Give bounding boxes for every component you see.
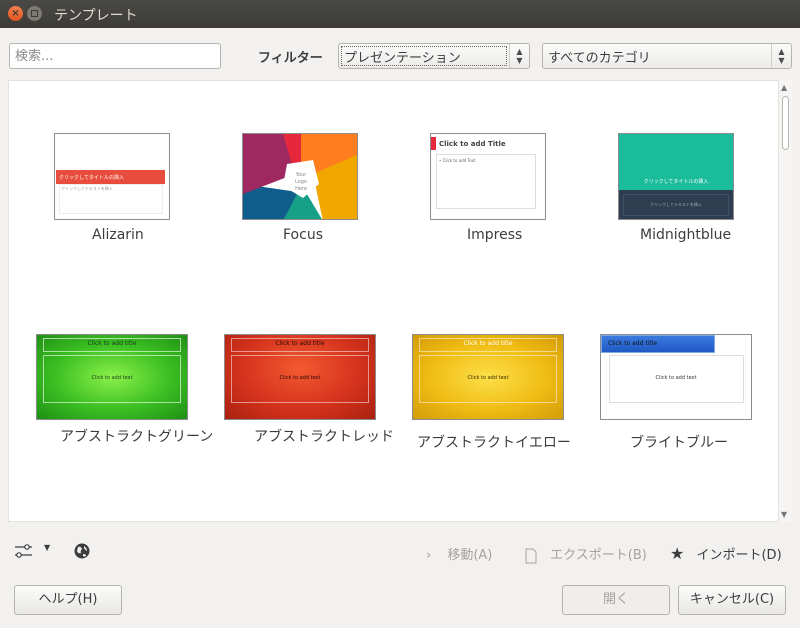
- template-alizarin[interactable]: クリックしてタイトルの挿入 クリックしてテキストを挿入 Alizarin: [54, 133, 170, 243]
- import-button[interactable]: ★ インポート(D): [670, 544, 782, 563]
- close-icon[interactable]: ×: [8, 6, 23, 21]
- thumb-title-text: Click to add Title: [439, 140, 506, 148]
- accent-bar: [431, 137, 436, 150]
- template-thumbnail: Click to add title Click to add text: [224, 334, 376, 420]
- updown-arrows-icon: ▲ ▼: [771, 44, 791, 68]
- template-focus[interactable]: Your Logo Here Focus: [242, 133, 358, 243]
- template-abstract-yellow[interactable]: Click to add title Click to add text アブス…: [412, 334, 571, 452]
- template-name: ブライトブルー: [630, 435, 728, 451]
- filter-label: フィルター: [258, 51, 323, 66]
- window-title: テンプレート: [54, 8, 138, 24]
- thumb-sub-text: クリックしてテキストを挿入: [61, 186, 113, 191]
- thumb-body-text: Click to add text: [655, 375, 697, 381]
- import-label: インポート(D): [696, 548, 782, 563]
- template-abstract-green[interactable]: Click to add title Click to add text アブス…: [36, 334, 213, 446]
- vertical-scrollbar[interactable]: ▲ ▼: [778, 80, 792, 522]
- thumb-body-text: Click to add text: [467, 375, 509, 381]
- move-label: 移動(A): [447, 548, 493, 563]
- thumb-sub-text: クリックしてテキストを挿入: [650, 202, 702, 207]
- template-name: Midnightblue: [640, 227, 732, 243]
- template-thumbnail: Click to add title Click to add text: [600, 334, 752, 420]
- dropdown-arrow-icon: ▼: [44, 543, 51, 552]
- chevron-right-icon: ›: [426, 548, 432, 563]
- logo-text: Your Logo Here: [295, 172, 307, 192]
- action-toolbar: ▼ › 移動(A) エクスポート(B) ★ インポート(D): [0, 540, 800, 566]
- thumb-body-text: Click to add text: [279, 375, 321, 381]
- star-icon: ★: [670, 544, 685, 563]
- template-thumbnail: Click to add Title • Click to add Text: [430, 133, 546, 220]
- template-name: Alizarin: [92, 227, 144, 243]
- settings-menu-button[interactable]: ▼: [14, 542, 54, 562]
- template-name: Impress: [467, 227, 523, 243]
- cancel-button[interactable]: キャンセル(C): [678, 585, 786, 615]
- scrollbar-thumb[interactable]: [782, 96, 789, 150]
- scroll-up-icon[interactable]: ▲: [781, 83, 787, 92]
- template-thumbnail: Click to add title Click to add text: [412, 334, 564, 420]
- template-impress[interactable]: Click to add Title • Click to add Text I…: [430, 133, 546, 243]
- thumb-title-text: クリックしてタイトルの挿入: [643, 179, 709, 185]
- template-thumbnail: Your Logo Here: [242, 133, 358, 220]
- template-name: Focus: [283, 227, 323, 243]
- move-button[interactable]: › 移動(A): [426, 544, 492, 563]
- maximize-icon[interactable]: [27, 6, 42, 21]
- template-name: アブストラクトグリーン: [60, 429, 214, 445]
- thumb-title-text: Click to add title: [275, 340, 325, 347]
- template-bright-blue[interactable]: Click to add title Click to add text ブライ…: [600, 334, 752, 452]
- template-thumbnail: Click to add title Click to add text: [36, 334, 188, 420]
- scroll-down-icon[interactable]: ▼: [781, 510, 787, 519]
- template-thumbnail: クリックしてタイトルの挿入 クリックしてテキストを挿入: [618, 133, 734, 220]
- window-titlebar: × テンプレート: [0, 0, 800, 28]
- sliders-icon: [15, 544, 32, 558]
- focus-ring: [341, 46, 507, 66]
- globe-icon: [74, 543, 90, 559]
- thumb-title-text: Click to add title: [463, 340, 513, 347]
- export-label: エクスポート(B): [550, 548, 647, 563]
- updown-arrows-icon: ▲ ▼: [509, 44, 529, 68]
- thumb-title-text: クリックしてタイトルの挿入: [59, 175, 124, 181]
- thumb-title-text: Click to add title: [608, 340, 658, 347]
- thumb-body-text: • Click to add Text: [439, 158, 476, 163]
- template-thumbnail: クリックしてタイトルの挿入 クリックしてテキストを挿入: [54, 133, 170, 220]
- template-name: アブストラクトイエロー: [417, 435, 571, 451]
- filter-dropdown[interactable]: プレゼンテーション ▲ ▼: [338, 43, 530, 69]
- template-midnightblue[interactable]: クリックしてタイトルの挿入 クリックしてテキストを挿入 Midnightblue: [618, 133, 734, 243]
- thumb-body-text: Click to add text: [91, 375, 133, 381]
- help-button[interactable]: ヘルプ(H): [14, 585, 122, 615]
- open-button[interactable]: 開く: [562, 585, 670, 615]
- category-value: すべてのカテゴリ: [548, 51, 651, 66]
- export-button[interactable]: エクスポート(B): [524, 544, 647, 564]
- online-templates-button[interactable]: [73, 542, 91, 564]
- document-icon: [525, 548, 537, 563]
- template-abstract-red[interactable]: Click to add title Click to add text アブス…: [224, 334, 394, 446]
- template-name: アブストラクトレッド: [254, 429, 394, 445]
- search-input[interactable]: [9, 43, 221, 69]
- category-dropdown[interactable]: すべてのカテゴリ ▲ ▼: [542, 43, 792, 69]
- template-view[interactable]: クリックしてタイトルの挿入 クリックしてテキストを挿入 Alizarin You…: [8, 80, 792, 522]
- thumb-title-text: Click to add title: [87, 340, 137, 347]
